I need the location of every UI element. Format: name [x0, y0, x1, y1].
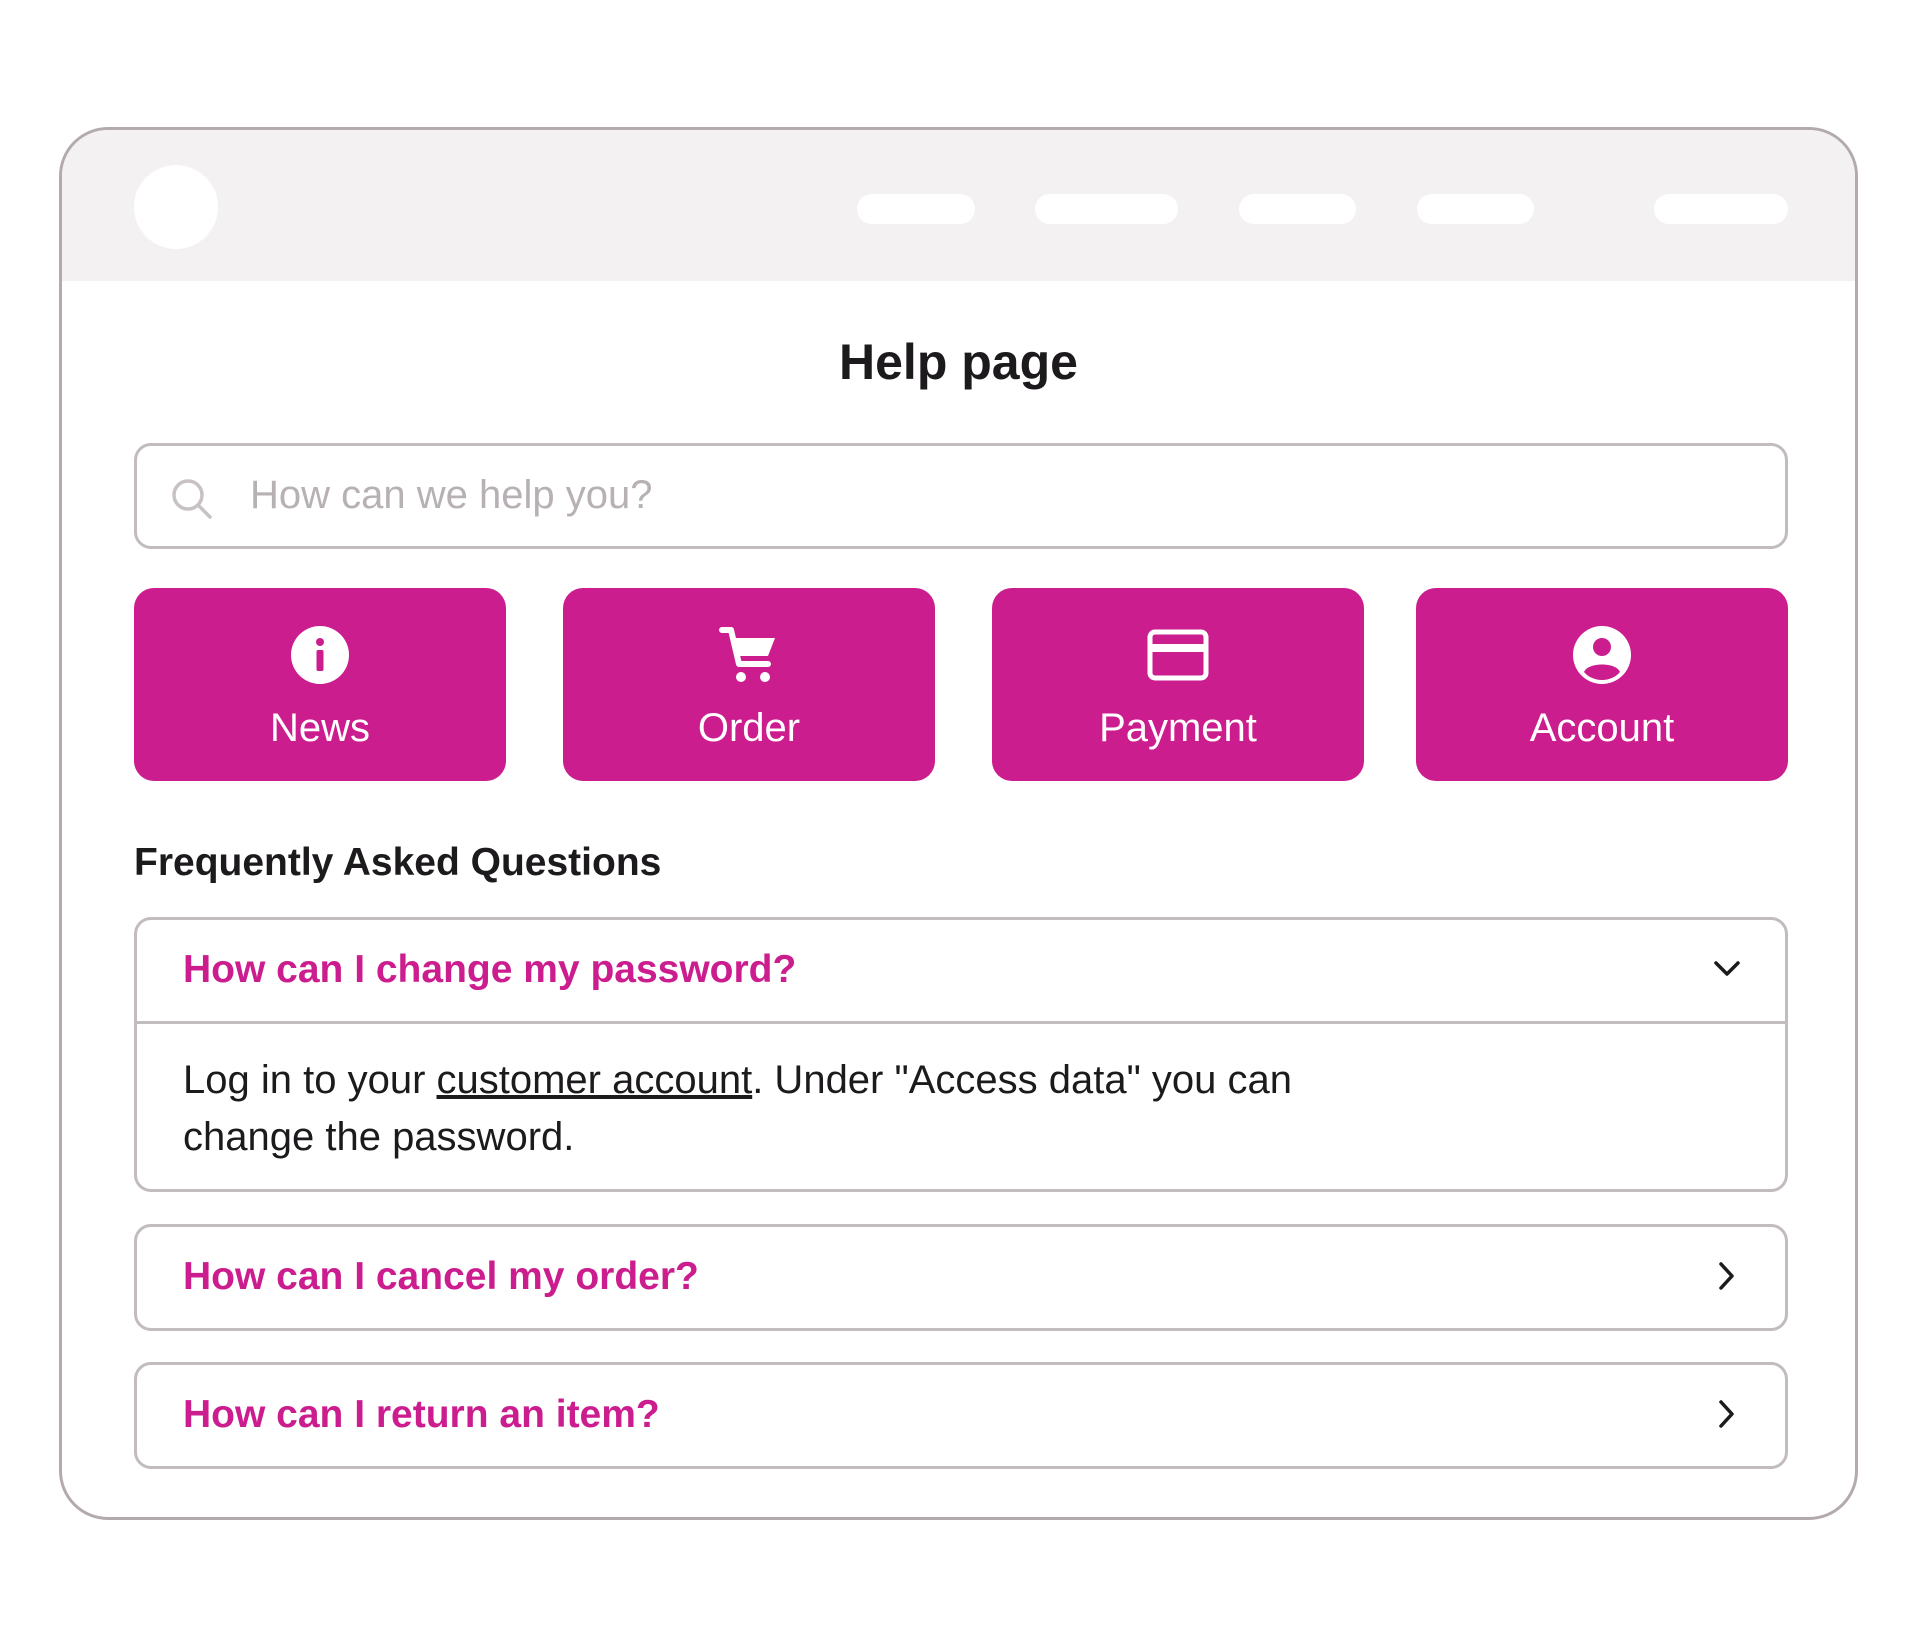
faq-question: How can I cancel my order? — [183, 1255, 699, 1298]
nav-link-placeholder-3[interactable] — [1239, 194, 1356, 224]
faq-question-toggle[interactable]: How can I change my password? — [137, 920, 1785, 1021]
faq-item-password: How can I change my password? Log in to … — [134, 917, 1788, 1192]
page-title: Help page — [839, 334, 1078, 390]
nav-link-placeholder-2[interactable] — [1035, 194, 1178, 224]
search-input[interactable]: How can we help you? — [134, 443, 1788, 549]
faq-item-return-item[interactable]: How can I return an item? — [134, 1362, 1788, 1469]
answer-text: change the password. — [183, 1115, 575, 1159]
faq-question: How can I change my password? — [183, 948, 797, 991]
cart-icon — [719, 627, 775, 682]
nav-link-placeholder-4[interactable] — [1417, 194, 1534, 224]
category-button-payment[interactable]: Payment — [992, 588, 1364, 781]
chevron-right-icon — [1719, 1400, 1734, 1428]
category-button-order[interactable]: Order — [563, 588, 935, 781]
category-button-account[interactable]: Account — [1416, 588, 1788, 781]
category-label: News — [269, 706, 371, 750]
faq-question-toggle[interactable]: How can I return an item? — [137, 1365, 1785, 1466]
faq-question-toggle[interactable]: How can I cancel my order? — [137, 1227, 1785, 1328]
faq-answer: Log in to your customer account. Under "… — [137, 1021, 1785, 1184]
search-icon — [172, 479, 212, 519]
credit-card-icon — [1147, 629, 1209, 681]
top-nav-bar — [62, 130, 1855, 281]
chevron-down-icon — [1714, 961, 1740, 976]
logo-placeholder[interactable] — [134, 165, 218, 249]
info-icon — [291, 626, 349, 684]
account-circle-icon — [1573, 626, 1631, 684]
nav-link-placeholder-1[interactable] — [857, 194, 975, 224]
browser-window: Help page How can we help you? News Orde… — [59, 127, 1858, 1520]
answer-text: Log in to your — [183, 1058, 437, 1102]
faq-heading: Frequently Asked Questions — [134, 841, 662, 884]
category-label: Account — [1529, 706, 1675, 750]
customer-account-link[interactable]: customer account — [437, 1058, 753, 1102]
nav-action-placeholder[interactable] — [1654, 194, 1788, 224]
category-label: Order — [697, 706, 801, 750]
answer-text: . Under "Access data" you can — [752, 1058, 1292, 1102]
category-label: Payment — [1099, 706, 1257, 750]
chevron-right-icon — [1719, 1262, 1734, 1290]
faq-item-cancel-order[interactable]: How can I cancel my order? — [134, 1224, 1788, 1331]
search-placeholder: How can we help you? — [250, 473, 653, 517]
category-button-news[interactable]: News — [134, 588, 506, 781]
faq-question: How can I return an item? — [183, 1393, 660, 1436]
